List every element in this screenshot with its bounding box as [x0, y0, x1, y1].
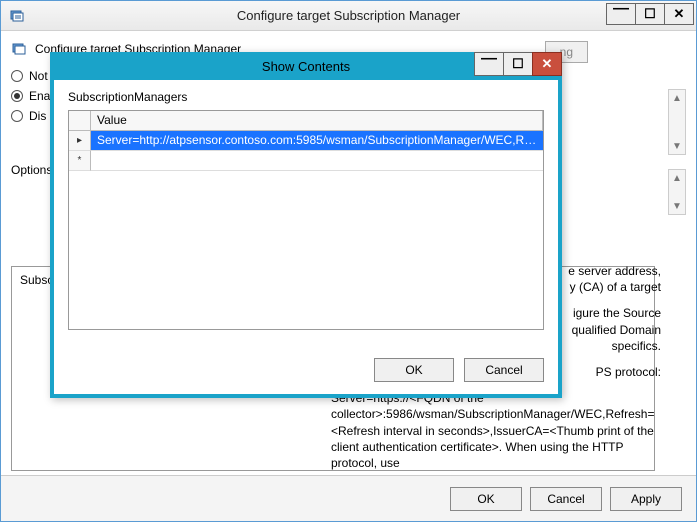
- policy-icon: [11, 41, 27, 57]
- minimize-button[interactable]: —: [474, 52, 504, 76]
- minimize-button[interactable]: —: [606, 3, 636, 25]
- modal-window-controls: — ☐ ✕: [475, 52, 562, 76]
- grid-row[interactable]: ▸ Server=http://atpsensor.contoso.com:59…: [69, 131, 543, 151]
- ok-button[interactable]: OK: [374, 358, 454, 382]
- close-button[interactable]: ✕: [664, 3, 694, 25]
- subscription-managers-grid[interactable]: Value ▸ Server=http://atpsensor.contoso.…: [68, 110, 544, 330]
- ok-button[interactable]: OK: [450, 487, 522, 511]
- grid-cell-value[interactable]: [91, 151, 543, 171]
- show-contents-dialog: Show Contents — ☐ ✕ SubscriptionManagers…: [50, 52, 562, 398]
- current-row-marker-icon: ▸: [69, 131, 91, 151]
- grid-label: SubscriptionManagers: [68, 90, 544, 104]
- apply-button[interactable]: Apply: [610, 487, 682, 511]
- maximize-button[interactable]: ☐: [503, 52, 533, 76]
- scrollbar[interactable]: ▲ ▼: [668, 89, 686, 155]
- parent-titlebar: Configure target Subscription Manager — …: [1, 1, 696, 31]
- row-header-corner: [69, 111, 91, 130]
- grid-new-row[interactable]: *: [69, 151, 543, 171]
- close-button[interactable]: ✕: [532, 52, 562, 76]
- radio-icon: [11, 90, 23, 102]
- column-header-value[interactable]: Value: [91, 111, 543, 130]
- grid-header: Value: [69, 111, 543, 131]
- maximize-button[interactable]: ☐: [635, 3, 665, 25]
- grid-cell-value[interactable]: Server=http://atpsensor.contoso.com:5985…: [91, 131, 543, 151]
- scrollbar[interactable]: ▲ ▼: [668, 169, 686, 215]
- modal-titlebar: Show Contents — ☐ ✕: [50, 52, 562, 80]
- radio-icon: [11, 70, 23, 82]
- modal-body: SubscriptionManagers Value ▸ Server=http…: [54, 80, 558, 380]
- new-row-marker-icon: *: [69, 151, 91, 171]
- scroll-down-icon: ▼: [669, 138, 685, 154]
- cancel-button[interactable]: Cancel: [464, 358, 544, 382]
- scroll-up-icon: ▲: [669, 170, 685, 186]
- parent-window-controls: — ☐ ✕: [607, 3, 694, 25]
- parent-footer: OK Cancel Apply: [1, 475, 696, 521]
- scroll-up-icon: ▲: [669, 90, 685, 106]
- radio-icon: [11, 110, 23, 122]
- policy-icon: [9, 8, 25, 24]
- cancel-button[interactable]: Cancel: [530, 487, 602, 511]
- modal-footer: OK Cancel: [374, 358, 544, 382]
- scroll-down-icon: ▼: [669, 198, 685, 214]
- parent-window-title: Configure target Subscription Manager: [1, 8, 696, 23]
